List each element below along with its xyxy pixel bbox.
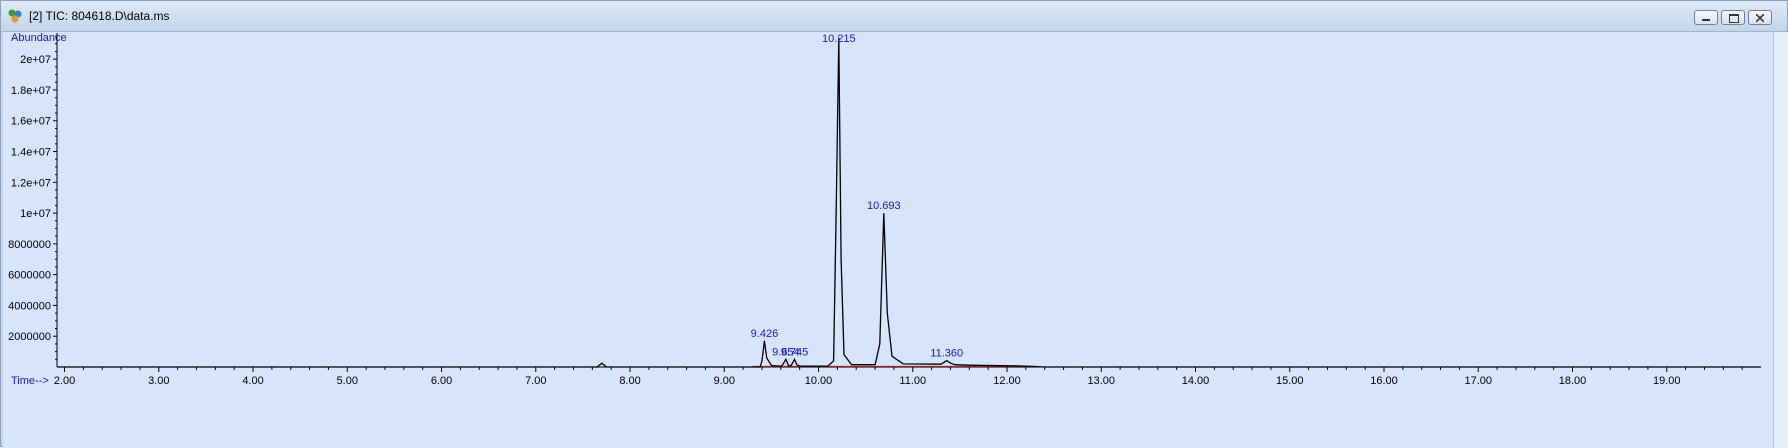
x-tick-label: 11.00 [899,375,926,387]
x-tick-label: 17.00 [1464,375,1492,387]
x-tick-label: 3.00 [148,375,169,387]
y-tick-label: 4000000 [8,300,51,312]
maximize-icon [1729,14,1739,23]
chromatogram-chart: 2000000 4000000 6000000 8000000 1e+07 1.2e+07… [8,32,1761,387]
window-titlebar[interactable]: [2] TIC: 804618.D\data.ms [1,1,1787,32]
x-tick-label: 2.00 [54,375,75,387]
y-tick-label: 1.4e+07 [11,147,51,159]
vertical-scrollbar[interactable] [1773,32,1788,448]
close-button[interactable] [1748,10,1772,25]
peak-labels: 9.4269.6549.74510.21510.69311.360 [751,33,963,360]
y-tick-label: 1.2e+07 [11,177,51,189]
y-axis-label: Abundance [11,32,67,44]
x-axis-ticks: 2.00 3.00 4.00 5.00 6.00 7.00 8.00 9.00 10.00 11.… [54,367,1743,387]
chromatogram-plot: 2000000 4000000 6000000 8000000 1e+07 1.2e+07… [3,32,1773,448]
x-tick-label: 10.00 [805,375,833,387]
peak-label: 9.426 [751,328,779,340]
window-title: [2] TIC: 804618.D\data.ms [29,9,170,23]
tic-trace [57,37,1761,368]
maximize-button[interactable] [1721,10,1745,25]
trace-layer [57,37,1761,368]
peak-label: 11.360 [930,348,963,360]
y-tick-label: 1.8e+07 [11,85,51,97]
minimize-button[interactable] [1694,10,1718,25]
x-tick-label: 8.00 [619,375,640,387]
chart-axes [56,33,1761,368]
x-axis-label: Time--> [11,375,49,387]
y-tick-label: 2000000 [8,331,51,343]
x-tick-label: 14.00 [1182,375,1210,387]
y-tick-label: 6000000 [8,270,51,282]
peak-label: 10.693 [867,200,901,212]
close-icon [1756,14,1764,22]
peak-label: 10.215 [822,33,856,45]
y-tick-label: 2e+07 [20,54,51,66]
x-tick-label: 6.00 [431,375,452,387]
x-tick-label: 16.00 [1370,375,1398,387]
minimize-icon [1702,19,1710,21]
x-tick-label: 12.00 [993,375,1021,387]
y-axis-ticks: 2000000 4000000 6000000 8000000 1e+07 1.2e+07… [8,35,57,360]
x-tick-label: 5.00 [337,375,358,387]
x-tick-label: 7.00 [525,375,546,387]
chromatogram-app-icon [8,9,22,23]
x-tick-label: 13.00 [1087,375,1115,387]
y-tick-label: 1.6e+07 [11,116,51,128]
y-tick-label: 8000000 [8,239,51,251]
y-tick-label: 1e+07 [20,208,51,220]
x-tick-label: 18.00 [1559,375,1587,387]
chromatogram-window: [2] TIC: 804618.D\data.ms 2000000 4000000… [0,0,1788,448]
x-tick-label: 15.00 [1276,375,1304,387]
x-tick-label: 4.00 [242,375,263,387]
x-tick-label: 19.00 [1653,375,1681,387]
x-tick-label: 9.00 [714,375,735,387]
peak-label: 9.745 [781,346,809,358]
